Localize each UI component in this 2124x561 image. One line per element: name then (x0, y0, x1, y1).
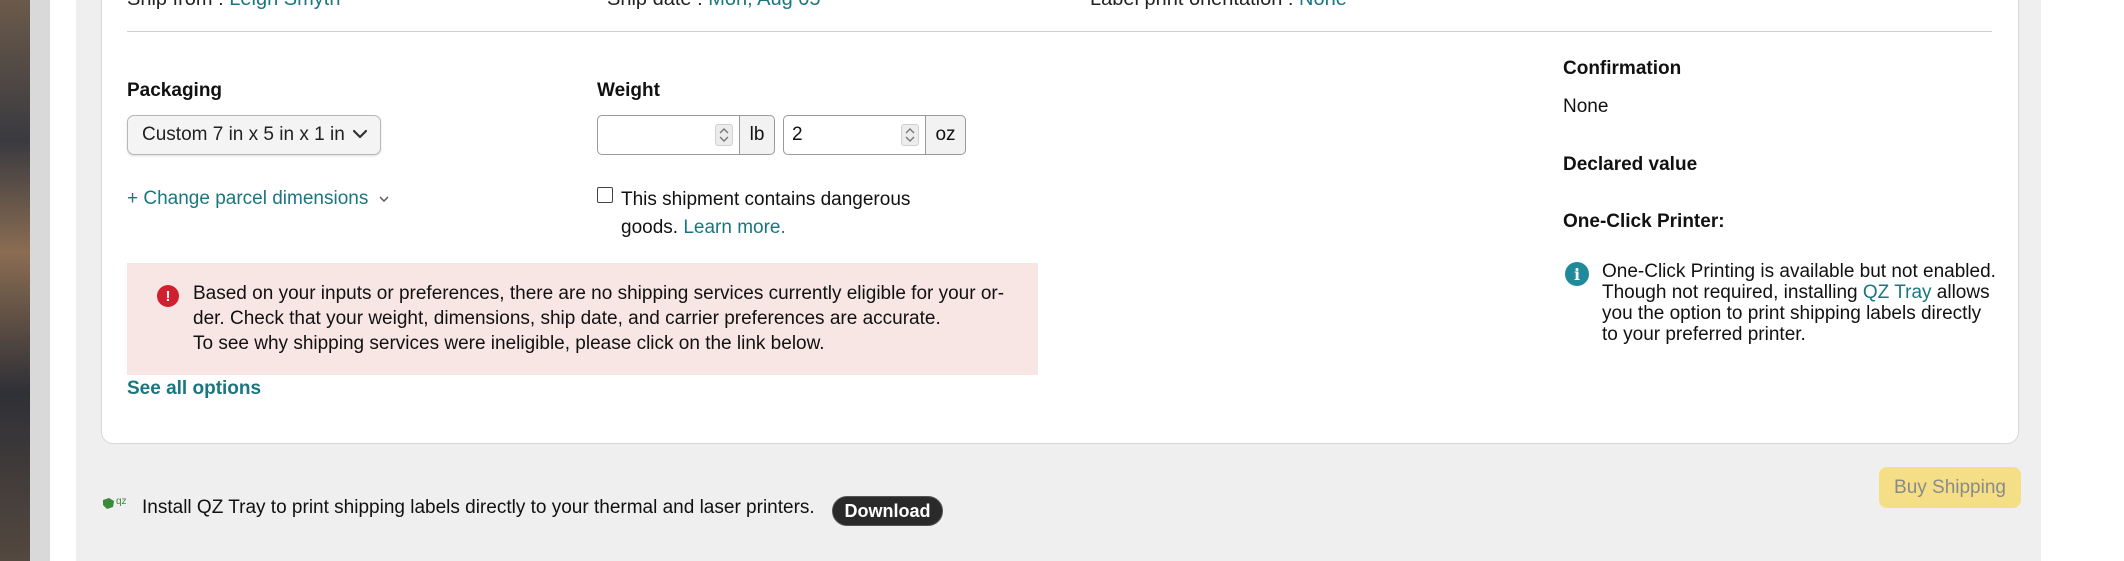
install-qz-text: Install QZ Tray to print shipping labels… (142, 497, 815, 518)
error-message: Based on your inputs or preferences, the… (193, 281, 1013, 356)
packaging-select[interactable]: Custom 7 in x 5 in x 1 in (127, 115, 381, 155)
ship-date: Ship date : Mon, Aug 05 (607, 0, 821, 11)
label-orientation: Label print orientation : None (1090, 0, 1347, 11)
stepper-icon[interactable] (901, 124, 919, 146)
ship-from: Ship from : Leigh Smyth (127, 0, 340, 11)
qz-logo-text: qz (116, 496, 127, 507)
background-photo (0, 0, 30, 561)
stepper-icon[interactable] (715, 124, 733, 146)
confirmation-value: None (1563, 96, 1609, 117)
divider (127, 31, 1992, 32)
shipment-card (101, 0, 2019, 444)
weight-lb-input[interactable] (597, 115, 740, 155)
ship-date-label: Ship date : (607, 0, 708, 10)
change-parcel-dimensions-link[interactable]: + Change parcel dimensions (127, 188, 390, 210)
download-button[interactable]: Download (832, 496, 943, 526)
weight-oz-value: 2 (792, 124, 803, 145)
dangerous-goods-label: This shipment contains dangerous goods. … (621, 186, 951, 242)
weight-label: Weight (597, 80, 660, 101)
weight-oz-input[interactable]: 2 (783, 115, 926, 155)
error-line-2: To see why shipping services were inelig… (193, 333, 825, 354)
error-line-1: Based on your inputs or preferences, the… (193, 283, 1005, 329)
side-panel-edge (50, 0, 76, 561)
ship-from-label: Ship from : (127, 0, 229, 10)
ship-from-value[interactable]: Leigh Smyth (229, 0, 340, 10)
orientation-value[interactable]: None (1299, 0, 1347, 10)
ship-date-value[interactable]: Mon, Aug 05 (708, 0, 820, 10)
error-icon: ! (157, 285, 179, 307)
chevron-down-icon (379, 196, 389, 202)
weight-lb-unit: lb (740, 115, 775, 155)
packaging-label: Packaging (127, 80, 223, 101)
see-all-options-link[interactable]: See all options (127, 378, 261, 400)
one-click-printer-label: One-Click Printer: (1563, 211, 1725, 232)
confirmation-label: Confirmation (1563, 58, 1682, 79)
orientation-label: Label print orientation : (1090, 0, 1299, 10)
packaging-selected: Custom 7 in x 5 in x 1 in (142, 124, 345, 145)
declared-value-label: Declared value (1563, 154, 1698, 175)
side-panel-edge (30, 0, 50, 561)
weight-oz-unit: oz (926, 115, 966, 155)
learn-more-link[interactable]: Learn more. (683, 217, 785, 238)
one-click-info: One-Click Printing is available but not … (1602, 261, 1997, 345)
dangerous-goods-checkbox[interactable] (597, 187, 613, 203)
buy-shipping-button[interactable]: Buy Shipping (1879, 467, 2021, 508)
page-margin (2041, 0, 2124, 561)
chevron-down-icon (352, 129, 368, 139)
qz-tray-logo: qz (101, 494, 135, 512)
change-dims-label: + Change parcel dimensions (127, 188, 369, 209)
qz-tray-link[interactable]: QZ Tray (1863, 282, 1932, 303)
info-icon: i (1565, 262, 1589, 286)
